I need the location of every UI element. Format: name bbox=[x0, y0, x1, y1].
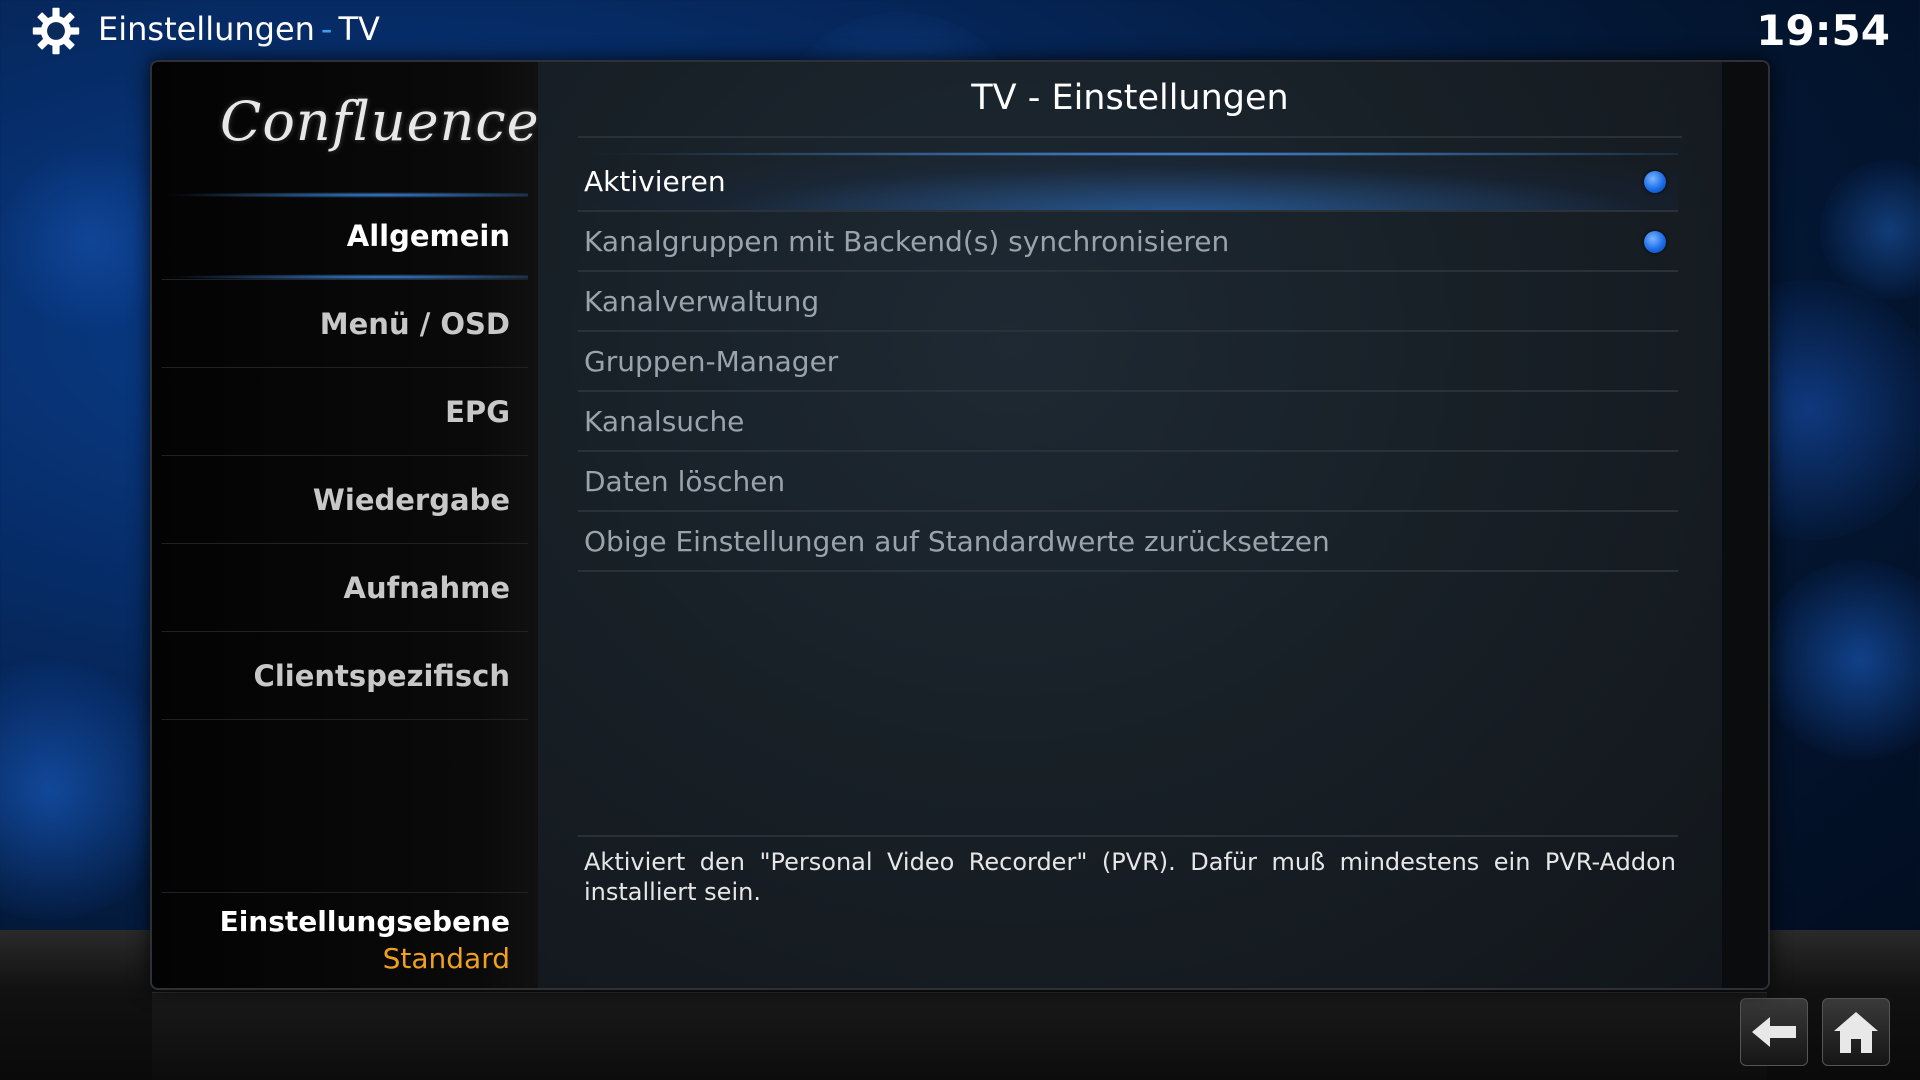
setting-label: Gruppen-Manager bbox=[584, 345, 839, 378]
back-button[interactable] bbox=[1740, 998, 1808, 1066]
category-epg[interactable]: EPG bbox=[162, 368, 528, 456]
setting-label: Aktivieren bbox=[584, 165, 726, 198]
breadcrumb-section: Einstellungen bbox=[98, 10, 315, 48]
dialog-edge bbox=[1722, 62, 1768, 988]
settings-level-button[interactable]: Einstellungsebene Standard bbox=[162, 892, 528, 975]
setting-description: Aktiviert den "Personal Video Recorder" … bbox=[584, 848, 1676, 906]
back-arrow-icon bbox=[1752, 1017, 1796, 1047]
setting-aktivieren[interactable]: Aktivieren bbox=[578, 152, 1678, 212]
setting-kanalsuche[interactable]: Kanalsuche bbox=[578, 392, 1678, 452]
category-list: Allgemein Menü / OSD EPG Wiedergabe Aufn… bbox=[162, 192, 528, 720]
dialog-title: TV - Einstellungen bbox=[971, 78, 1289, 118]
category-menu-osd[interactable]: Menü / OSD bbox=[162, 280, 528, 368]
category-wiedergabe[interactable]: Wiedergabe bbox=[162, 456, 528, 544]
category-aufnahme[interactable]: Aufnahme bbox=[162, 544, 528, 632]
home-icon bbox=[1834, 1012, 1878, 1053]
divider bbox=[578, 136, 1682, 138]
setting-label: Obige Einstellungen auf Standardwerte zu… bbox=[584, 525, 1330, 558]
settings-level-value: Standard bbox=[382, 942, 510, 975]
category-sidebar: Confluence Allgemein Menü / OSD EPG Wied… bbox=[152, 62, 540, 988]
background-bokeh bbox=[1820, 160, 1920, 300]
setting-label: Daten löschen bbox=[584, 465, 786, 498]
setting-label: Kanalsuche bbox=[584, 405, 745, 438]
settings-content: TV - Einstellungen Aktivieren Kanalgrupp… bbox=[538, 62, 1722, 988]
setting-reset-defaults[interactable]: Obige Einstellungen auf Standardwerte zu… bbox=[578, 512, 1678, 572]
background-bokeh bbox=[1760, 560, 1920, 760]
radio-on-icon[interactable] bbox=[1644, 231, 1666, 253]
category-clientspezifisch[interactable]: Clientspezifisch bbox=[162, 632, 528, 720]
radio-on-icon[interactable] bbox=[1644, 171, 1666, 193]
home-button[interactable] bbox=[1822, 998, 1890, 1066]
setting-label: Kanalgruppen mit Backend(s) synchronisie… bbox=[584, 225, 1230, 258]
clock: 19:54 bbox=[1756, 6, 1890, 55]
setting-kanalgruppen-sync[interactable]: Kanalgruppen mit Backend(s) synchronisie… bbox=[578, 212, 1678, 272]
setting-kanalverwaltung[interactable]: Kanalverwaltung bbox=[578, 272, 1678, 332]
settings-dialog: Confluence Allgemein Menü / OSD EPG Wied… bbox=[150, 60, 1770, 990]
top-bar: Einstellungen - TV 19:54 bbox=[0, 0, 1920, 62]
setting-label: Kanalverwaltung bbox=[584, 285, 820, 318]
category-allgemein[interactable]: Allgemein bbox=[162, 192, 528, 280]
settings-level-label: Einstellungsebene bbox=[219, 905, 510, 938]
settings-list: Aktivieren Kanalgruppen mit Backend(s) s… bbox=[578, 152, 1678, 572]
setting-gruppen-manager[interactable]: Gruppen-Manager bbox=[578, 332, 1678, 392]
divider bbox=[578, 835, 1678, 837]
gear-icon bbox=[32, 7, 80, 55]
breadcrumb-subsection: TV bbox=[338, 10, 380, 48]
breadcrumb-separator: - bbox=[320, 10, 333, 48]
breadcrumb: Einstellungen - TV bbox=[98, 10, 380, 48]
setting-daten-loeschen[interactable]: Daten löschen bbox=[578, 452, 1678, 512]
confluence-logo: Confluence bbox=[220, 90, 540, 153]
bottom-panel bbox=[152, 992, 1767, 1080]
